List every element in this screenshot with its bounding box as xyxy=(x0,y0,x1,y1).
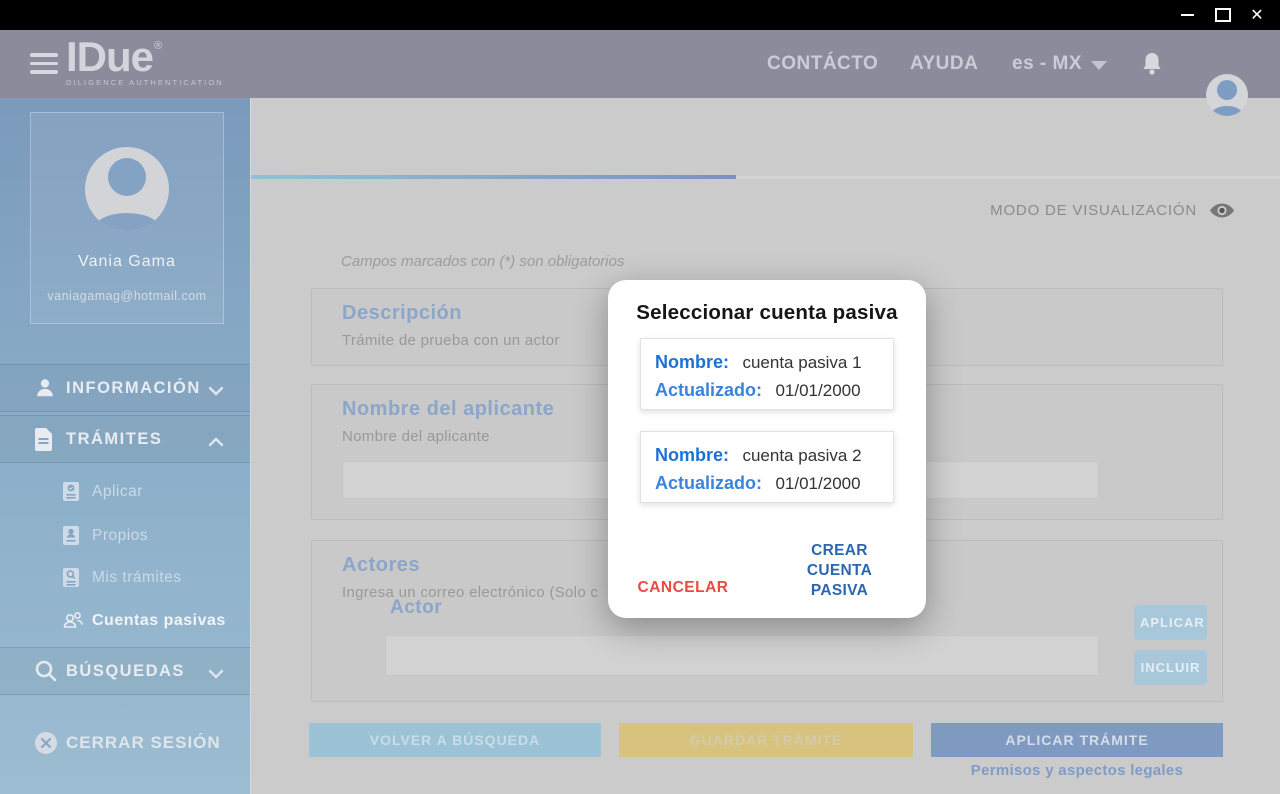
bell-icon xyxy=(1143,53,1161,75)
sidebar-subitem-mis-tramites[interactable]: Mis trámites xyxy=(0,564,250,592)
sidebar-subitem-label: Cuentas pasivas xyxy=(92,612,226,629)
window-close-button[interactable]: ✕ xyxy=(1242,0,1272,30)
logo-title: IDue xyxy=(66,33,154,80)
modal-actions: CANCELAR CREAR CUENTA PASIVA xyxy=(608,540,926,602)
app-header: IDue® DILIGENCE AUTHENTICATION CONTÁCTO … xyxy=(0,30,1280,116)
crear-cuenta-pasiva-button[interactable]: CREAR CUENTA PASIVA xyxy=(776,540,902,602)
name-value: cuenta pasiva 1 xyxy=(742,353,862,372)
document-search-icon xyxy=(62,567,84,589)
view-mode-label: MODO DE VISUALIZACIÓN xyxy=(990,202,1197,219)
sidebar-item-tramites[interactable]: TRÁMITES xyxy=(0,415,250,463)
sidebar-item-cerrar-sesion[interactable]: CERRAR SESIÓN xyxy=(0,728,250,758)
required-fields-note: Campos marcados con (*) son obligatorios xyxy=(341,253,625,270)
actor-label: Actor xyxy=(390,597,443,618)
close-icon: ✕ xyxy=(1250,7,1264,24)
updated-value: 01/01/2000 xyxy=(775,381,861,400)
sidebar-subitem-aplicar[interactable]: Aplicar xyxy=(0,478,250,506)
sidebar-item-label: BÚSQUEDAS xyxy=(66,661,185,680)
user-avatar[interactable] xyxy=(1206,74,1248,116)
users-icon xyxy=(62,610,84,632)
sidebar-item-label: INFORMACIÓN xyxy=(66,378,201,397)
profile-email: vaniagamag@hotmail.com xyxy=(47,289,207,303)
window-minimize-button[interactable] xyxy=(1172,0,1202,30)
close-circle-icon xyxy=(34,731,58,755)
document-icon xyxy=(34,427,58,451)
app-window: ✕ IDue® DILIGENCE AUTHENTICATION CONTÁCT… xyxy=(0,0,1280,794)
avatar-head xyxy=(1217,80,1237,100)
permisos-legales-link[interactable]: Permisos y aspectos legales xyxy=(931,762,1223,779)
language-selector[interactable]: es - MX xyxy=(1012,30,1108,98)
sidebar-item-informacion[interactable]: INFORMACIÓN xyxy=(0,364,250,412)
incluir-button[interactable]: INCLUIR xyxy=(1134,650,1207,685)
cancel-button[interactable]: CANCELAR xyxy=(632,578,735,598)
aplicar-button[interactable]: APLICAR xyxy=(1134,605,1207,640)
select-cuenta-pasiva-modal: Seleccionar cuenta pasiva Nombre: cuenta… xyxy=(608,280,926,618)
maximize-icon xyxy=(1215,8,1231,22)
registered-mark: ® xyxy=(154,40,163,52)
name-label: Nombre: xyxy=(655,352,730,372)
profile-card: Vania Gama vaniagamag@hotmail.com xyxy=(30,112,224,324)
cuenta-pasiva-card[interactable]: Nombre: cuenta pasiva 2 Actualizado: 01/… xyxy=(640,431,894,503)
profile-avatar xyxy=(85,147,169,231)
logout-label: CERRAR SESIÓN xyxy=(66,733,221,752)
sidebar-subitem-label: Propios xyxy=(92,527,149,544)
window-titlebar: ✕ xyxy=(0,0,1280,30)
sidebar-subitem-propios[interactable]: Propios xyxy=(0,522,250,550)
chevron-up-icon xyxy=(208,434,224,452)
avatar-body xyxy=(1211,106,1243,116)
sidebar-subitem-cuentas-pasivas[interactable]: Cuentas pasivas xyxy=(0,607,250,635)
hamburger-menu-icon[interactable] xyxy=(30,53,58,79)
eye-icon xyxy=(1210,203,1234,218)
caret-down-icon xyxy=(1091,60,1108,70)
profile-name: Vania Gama xyxy=(78,253,176,270)
sidebar: Vania Gama vaniagamag@hotmail.com INFORM… xyxy=(0,98,250,794)
nav-help-link[interactable]: AYUDA xyxy=(910,30,978,98)
updated-value: 01/01/2000 xyxy=(775,474,861,493)
sidebar-item-busquedas[interactable]: BÚSQUEDAS xyxy=(0,647,250,695)
chevron-down-icon xyxy=(208,666,224,684)
logo-subtitle: DILIGENCE AUTHENTICATION xyxy=(66,78,224,87)
updated-label: Actualizado: xyxy=(655,473,763,493)
actor-input[interactable] xyxy=(385,635,1099,676)
name-value: cuenta pasiva 2 xyxy=(742,446,862,465)
name-label: Nombre: xyxy=(655,445,730,465)
window-maximize-button[interactable] xyxy=(1208,0,1238,30)
guardar-tramite-button[interactable]: GUARDAR TRÁMITE xyxy=(619,723,913,757)
nav-contact-link[interactable]: CONTÁCTO xyxy=(767,30,878,98)
cuenta-pasiva-card[interactable]: Nombre: cuenta pasiva 1 Actualizado: 01/… xyxy=(640,338,894,410)
aplicar-tramite-button[interactable]: APLICAR TRÁMITE xyxy=(931,723,1223,757)
search-icon xyxy=(34,659,58,683)
view-mode-toggle[interactable]: MODO DE VISUALIZACIÓN xyxy=(990,202,1234,219)
notifications-button[interactable] xyxy=(1140,30,1164,98)
person-icon xyxy=(34,376,58,400)
volver-busqueda-button[interactable]: VOLVER A BÚSQUEDA xyxy=(309,723,601,757)
chevron-down-icon xyxy=(208,383,224,401)
updated-label: Actualizado: xyxy=(655,380,763,400)
sidebar-subitem-label: Aplicar xyxy=(92,483,143,500)
document-check-icon xyxy=(62,481,84,503)
modal-title: Seleccionar cuenta pasiva xyxy=(636,301,898,324)
sidebar-subitem-label: Mis trámites xyxy=(92,569,182,586)
language-label: es - MX xyxy=(1012,53,1083,74)
minimize-icon xyxy=(1180,14,1194,16)
sidebar-item-label: TRÁMITES xyxy=(66,429,163,448)
app-logo: IDue® DILIGENCE AUTHENTICATION xyxy=(66,36,224,87)
tab-active-indicator xyxy=(251,175,736,179)
document-person-icon xyxy=(62,525,84,547)
